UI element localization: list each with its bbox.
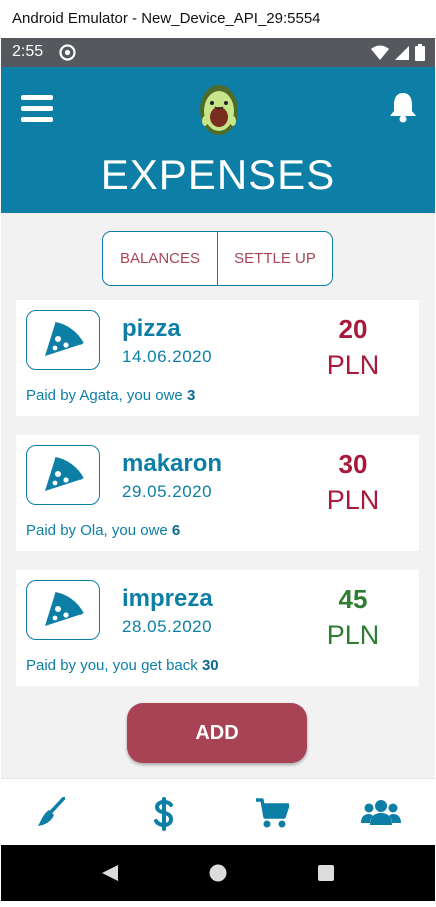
- app-header: EXPENSES: [1, 67, 435, 213]
- note-text: Paid by you, you get back: [26, 657, 198, 674]
- dollar-icon[interactable]: [153, 797, 175, 831]
- expense-currency: PLN: [326, 485, 380, 515]
- tab-balances[interactable]: BALANCES: [103, 232, 217, 285]
- pizza-icon: [45, 322, 84, 356]
- cart-icon[interactable]: [255, 797, 289, 829]
- sync-icon: [59, 44, 76, 61]
- expense-date: 29.05.2020: [122, 482, 213, 501]
- expense-name: pizza: [122, 315, 181, 342]
- pizza-icon-frame: [26, 310, 100, 370]
- group-icon[interactable]: [361, 797, 401, 827]
- note-text: Paid by Agata, you owe: [26, 387, 183, 404]
- bottom-nav: [1, 778, 435, 846]
- system-nav-bar: [1, 845, 435, 901]
- expense-date: 14.06.2020: [122, 347, 213, 366]
- home-icon[interactable]: [209, 864, 227, 882]
- page-title: EXPENSES: [100, 151, 336, 198]
- expense-currency: PLN: [326, 350, 380, 380]
- expense-note: Paid by Ola, you owe 6: [26, 522, 180, 539]
- broom-icon[interactable]: [37, 797, 65, 827]
- expense-name: makaron: [122, 450, 223, 477]
- pizza-icon-frame: [26, 580, 100, 640]
- avocado-logo: [200, 85, 238, 135]
- expense-card[interactable]: impreza 28.05.2020 45 PLN Paid by you, y…: [16, 570, 419, 686]
- recents-icon[interactable]: [318, 865, 334, 881]
- status-bar: 2:55: [1, 38, 435, 67]
- back-icon[interactable]: [101, 864, 119, 882]
- expense-amount: 20: [338, 314, 368, 344]
- expense-card[interactable]: makaron 29.05.2020 30 PLN Paid by Ola, y…: [16, 435, 419, 551]
- expense-card[interactable]: pizza 14.06.2020 20 PLN Paid by Agata, y…: [16, 300, 419, 416]
- bell-icon[interactable]: [389, 91, 417, 123]
- expense-currency: PLN: [326, 620, 380, 650]
- note-value: 30: [201, 657, 219, 674]
- tab-bar: BALANCES SETTLE UP: [102, 231, 333, 286]
- wifi-icon: [371, 45, 389, 60]
- expenses-content: BALANCES SETTLE UP pizza 14.06.2020 20 P…: [1, 213, 435, 778]
- pizza-icon: [45, 592, 84, 626]
- menu-icon[interactable]: [21, 95, 53, 123]
- window-bottom-edge: [0, 901, 436, 907]
- status-time: 2:55: [12, 43, 44, 60]
- expense-note: Paid by you, you get back 30: [26, 657, 219, 674]
- note-value: 3: [186, 387, 196, 404]
- expense-date: 28.05.2020: [122, 617, 213, 636]
- battery-icon: [415, 44, 425, 61]
- signal-icon: [395, 45, 409, 60]
- window-titlebar: Android Emulator - New_Device_API_29:555…: [0, 0, 436, 39]
- expense-note: Paid by Agata, you owe 3: [26, 387, 195, 404]
- note-text: Paid by Ola, you owe: [26, 522, 168, 539]
- note-value: 6: [171, 522, 181, 539]
- window-title: Android Emulator - New_Device_API_29:555…: [12, 10, 321, 27]
- expense-name: impreza: [122, 585, 213, 612]
- expense-amount: 45: [338, 584, 368, 614]
- expense-amount: 30: [338, 449, 368, 479]
- add-button[interactable]: ADD: [127, 703, 307, 763]
- pizza-icon-frame: [26, 445, 100, 505]
- pizza-icon: [45, 457, 84, 491]
- tab-settle-up[interactable]: SETTLE UP: [217, 232, 332, 285]
